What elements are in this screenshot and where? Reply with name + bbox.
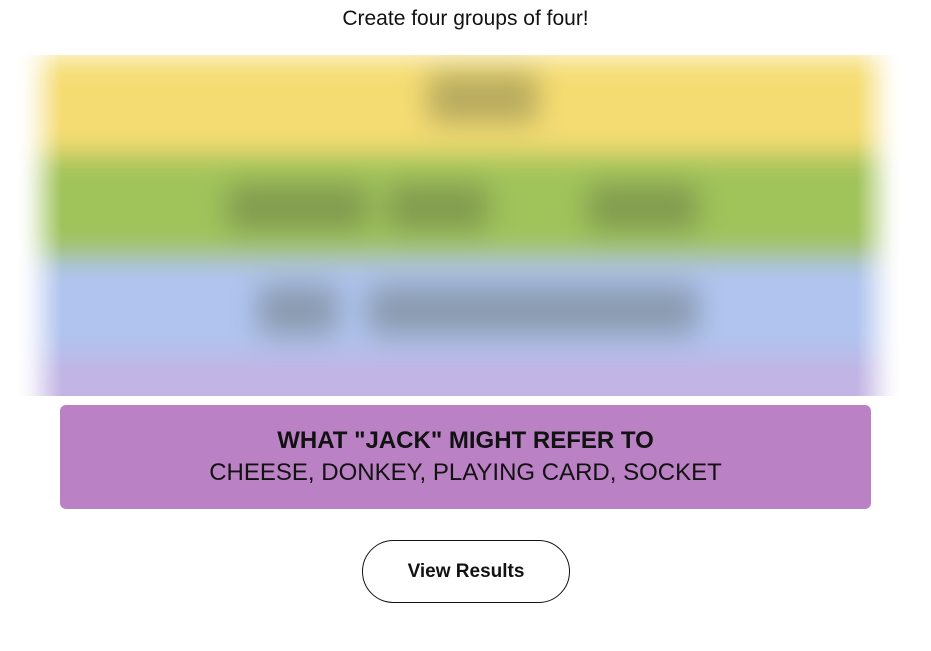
board-edge-fade: [18, 55, 901, 396]
solved-group-title: WHAT "JACK" MIGHT REFER TO: [277, 427, 654, 454]
solved-group-members: CHEESE, DONKEY, PLAYING CARD, SOCKET: [209, 459, 722, 486]
solved-group-card: WHAT "JACK" MIGHT REFER TO CHEESE, DONKE…: [60, 405, 871, 509]
blurred-game-board: [18, 55, 901, 396]
game-instructions: Create four groups of four!: [342, 7, 589, 30]
view-results-button[interactable]: View Results: [362, 540, 570, 603]
